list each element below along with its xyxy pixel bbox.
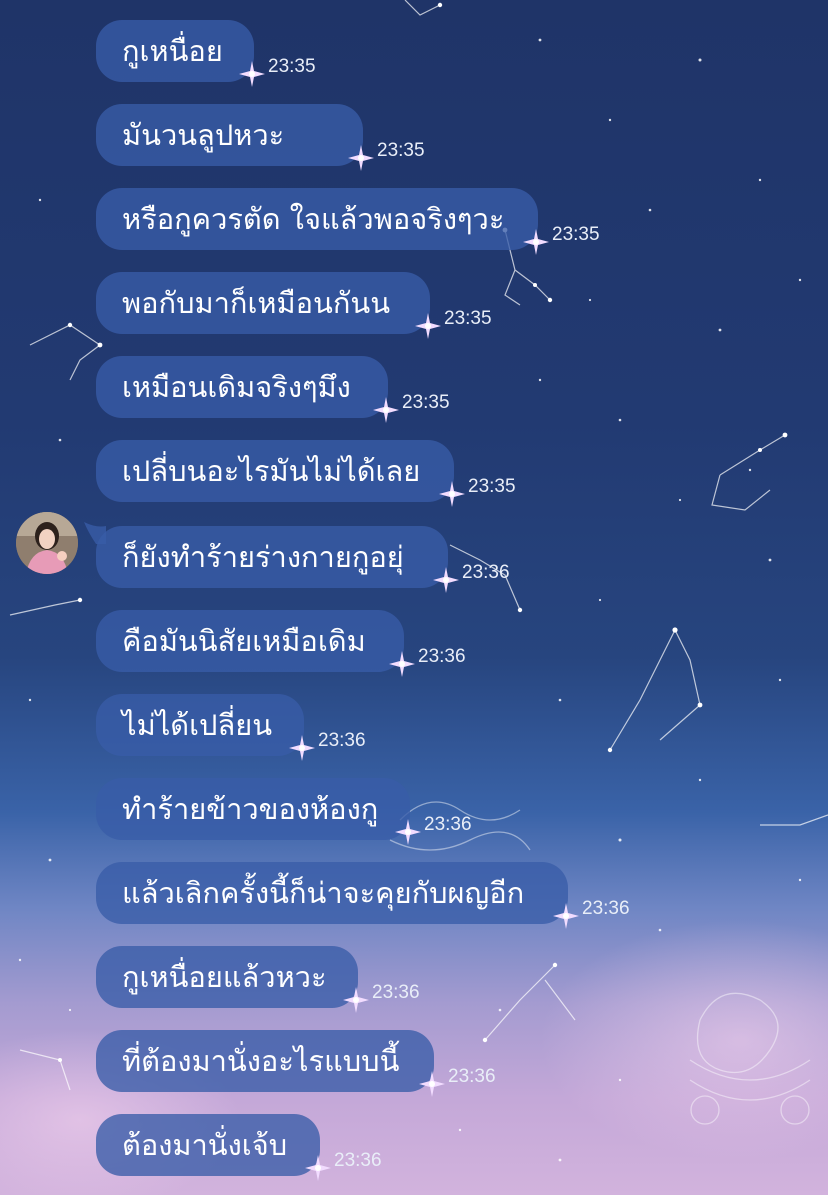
message-bubble[interactable]: ต้องมานั่งเจ้บ (96, 1114, 331, 1181)
message-bubble[interactable]: เปลี่บนอะไรมันไม่ได้เลย (96, 440, 465, 507)
sparkle-icon (348, 145, 374, 171)
sparkle-icon (395, 819, 421, 845)
sparkle-icon (415, 313, 441, 339)
message-bubble[interactable]: กูเหนื่อยแล้วหวะ (96, 946, 369, 1013)
message-time: 23:36 (448, 1066, 496, 1087)
message-bubble[interactable]: ทำร้ายข้าวของห้องกู (96, 778, 421, 845)
message-text: เหมือนเดิมจริงๆมึง (122, 370, 351, 404)
message-text: เปลี่บนอะไรมันไม่ได้เลย (122, 454, 421, 488)
message-text: มันวนลูปหวะ (122, 118, 285, 152)
sparkle-icon (389, 651, 415, 677)
sparkle-icon (305, 1155, 331, 1181)
message-bubble[interactable]: เหมือนเดิมจริงๆมึง (96, 356, 399, 423)
message-time: 23:36 (372, 982, 420, 1003)
message-text: กูเหนื่อย (122, 34, 223, 68)
sparkle-icon (433, 567, 459, 593)
message-text: ก็ยังทำร้ายร่างกายกูอยุ่ (122, 540, 404, 574)
message-time: 23:36 (424, 814, 472, 835)
message-time: 23:36 (582, 898, 630, 919)
message-time: 23:35 (468, 476, 516, 497)
starry-background (0, 0, 828, 1195)
message-time: 23:35 (444, 308, 492, 329)
message-text: กูเหนื่อยแล้วหวะ (122, 960, 327, 994)
message-text: ที่ต้องมานั่งอะไรแบบนี้ (122, 1044, 400, 1078)
sparkle-icon (239, 61, 265, 87)
message-time: 23:36 (318, 730, 366, 751)
message-bubble[interactable]: หรือกูควรตัด ใจแล้วพอจริงๆวะ (96, 188, 549, 255)
sparkle-icon (439, 481, 465, 507)
message-time: 23:35 (377, 140, 425, 161)
sparkle-icon (553, 903, 579, 929)
message-text: ไม่ได้เปลี่ยน (122, 708, 273, 742)
message-text: พอกับมาก็เหมือนกันน (122, 286, 391, 320)
sparkle-icon (419, 1071, 445, 1097)
message-text: แล้วเลิกครั้งนี้ก็น่าจะคุยกับผญอีก (122, 876, 525, 910)
message-bubble[interactable]: มันวนลูปหวะ (96, 104, 374, 171)
message-text: หรือกูควรตัด ใจแล้วพอจริงๆวะ (122, 202, 505, 236)
sparkle-icon (289, 735, 315, 761)
sparkle-icon (373, 397, 399, 423)
message-bubble[interactable]: พอกับมาก็เหมือนกันน (96, 272, 441, 339)
message-time: 23:35 (552, 224, 600, 245)
message-time: 23:35 (268, 56, 316, 77)
message-bubble[interactable]: ที่ต้องมานั่งอะไรแบบนี้ (96, 1030, 445, 1097)
message-time: 23:36 (334, 1150, 382, 1171)
message-bubble[interactable]: ก็ยังทำร้ายร่างกายกูอยุ่ (96, 526, 459, 593)
message-time: 23:36 (462, 562, 510, 583)
message-text: คือมันนิสัยเหมือเดิม (122, 624, 366, 658)
message-time: 23:35 (402, 392, 450, 413)
sparkle-icon (523, 229, 549, 255)
message-text: ต้องมานั่งเจ้บ (122, 1128, 288, 1162)
contact-avatar[interactable] (16, 512, 78, 574)
avatar-photo (16, 512, 78, 574)
sparkle-icon (343, 987, 369, 1013)
message-bubble[interactable]: แล้วเลิกครั้งนี้ก็น่าจะคุยกับผญอีก (96, 862, 579, 929)
message-bubble[interactable]: ไม่ได้เปลี่ยน (96, 694, 315, 761)
message-text: ทำร้ายข้าวของห้องกู (122, 792, 379, 826)
message-bubble[interactable]: คือมันนิสัยเหมือเดิม (96, 610, 415, 677)
message-time: 23:36 (418, 646, 466, 667)
message-bubble[interactable]: กูเหนื่อย (96, 20, 265, 87)
